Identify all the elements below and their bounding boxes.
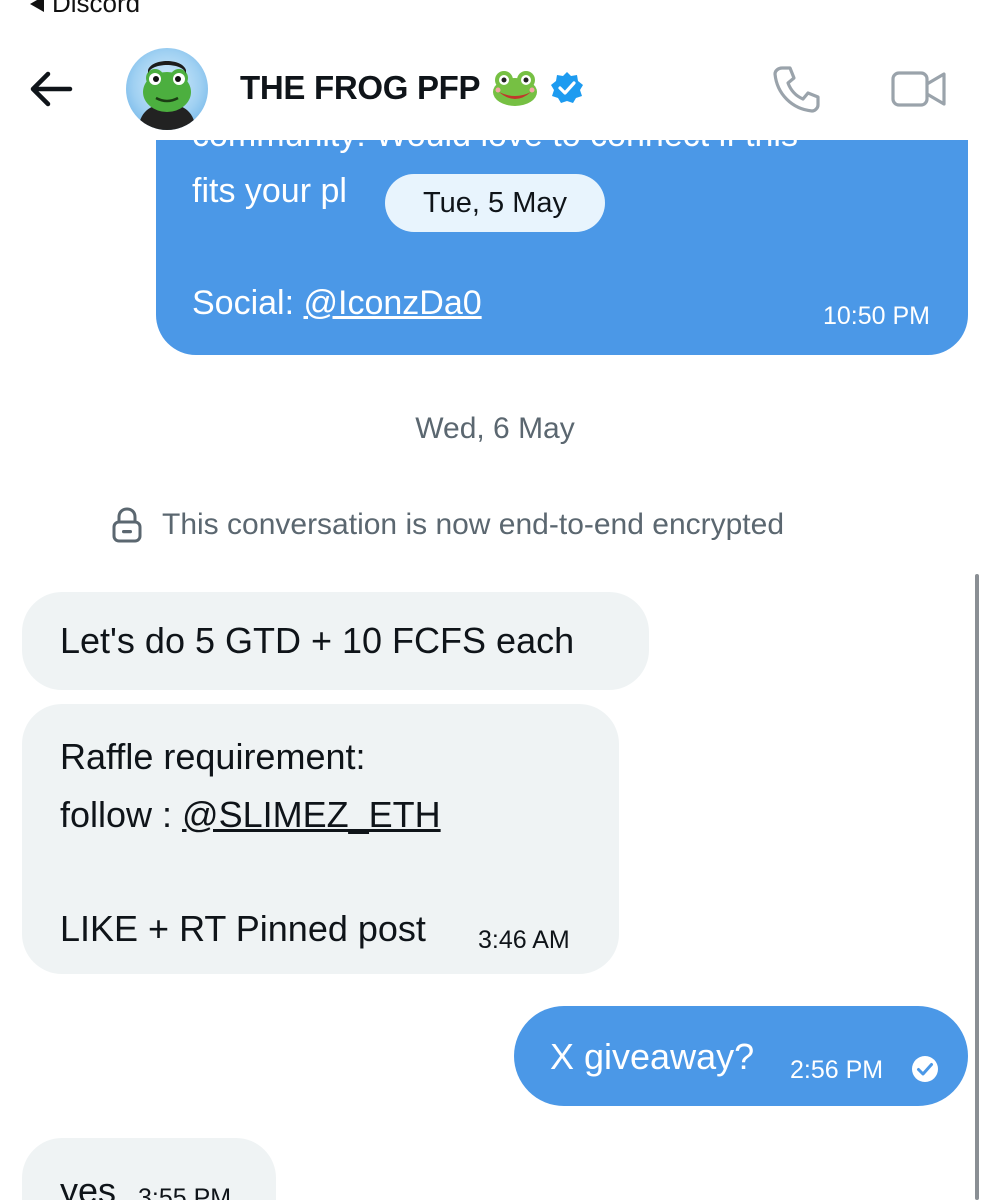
read-receipt-check-icon — [912, 1056, 938, 1082]
back-app-label: Discord — [52, 0, 141, 18]
back-button[interactable] — [26, 64, 76, 114]
message-timestamp: 3:46 AM — [478, 926, 570, 954]
back-arrow-icon — [30, 71, 73, 107]
frog-emoji-icon — [493, 71, 538, 106]
message-text: X giveaway? — [550, 1036, 755, 1077]
video-camera-icon — [891, 71, 946, 107]
incoming-message-bubble[interactable]: Let's do 5 GTD + 10 FCFS each — [22, 592, 649, 690]
social-handle-link[interactable]: @IconzDa0 — [304, 284, 482, 322]
message-text: Let's do 5 GTD + 10 FCFS each — [60, 620, 575, 661]
call-button[interactable] — [772, 64, 822, 114]
message-timestamp: 3:55 PM — [138, 1184, 232, 1200]
message-text-line: fits your pl — [192, 172, 347, 210]
chat-screen: Discord community! Would love to connect… — [0, 0, 990, 1200]
message-timestamp: 2:56 PM — [790, 1056, 884, 1084]
verified-badge-icon — [551, 72, 584, 103]
message-text-line: follow : @SLIMEZ_ETH — [60, 794, 441, 836]
conversation-header: THE FROG PFP — [0, 40, 990, 140]
lock-icon — [112, 507, 142, 543]
contact-name-row[interactable]: THE FROG PFP — [240, 68, 584, 108]
social-prefix: Social: — [192, 284, 304, 322]
outgoing-message-bubble[interactable]: X giveaway? 2:56 PM — [514, 1006, 968, 1106]
incoming-message-bubble[interactable]: Raffle requirement: follow : @SLIMEZ_ETH… — [22, 704, 619, 974]
mention-link[interactable]: @SLIMEZ_ETH — [182, 794, 441, 835]
message-social-line: Social: @IconzDa0 — [192, 284, 482, 323]
video-call-button[interactable] — [890, 64, 948, 114]
back-triangle-icon — [30, 0, 44, 12]
avatar[interactable] — [126, 48, 208, 130]
message-text: yes — [60, 1170, 117, 1200]
contact-name: THE FROG PFP — [240, 69, 481, 106]
encryption-notice-text: This conversation is now end-to-end encr… — [162, 508, 785, 541]
date-separator: Wed, 6 May — [415, 412, 575, 445]
message-text-line: LIKE + RT Pinned post — [60, 908, 426, 949]
follow-prefix: follow : — [60, 794, 183, 835]
status-bar-back-link[interactable]: Discord — [30, 0, 140, 19]
floating-date-chip: Tue, 5 May — [385, 174, 605, 232]
scrollbar[interactable] — [975, 574, 979, 1200]
encryption-notice: This conversation is now end-to-end encr… — [110, 506, 784, 544]
message-timestamp: 10:50 PM — [822, 302, 930, 330]
incoming-message-bubble[interactable]: yes 3:55 PM — [22, 1138, 276, 1200]
message-text-line: Raffle requirement: — [60, 736, 366, 777]
frog-avatar-icon — [138, 61, 196, 130]
phone-icon — [773, 66, 820, 113]
